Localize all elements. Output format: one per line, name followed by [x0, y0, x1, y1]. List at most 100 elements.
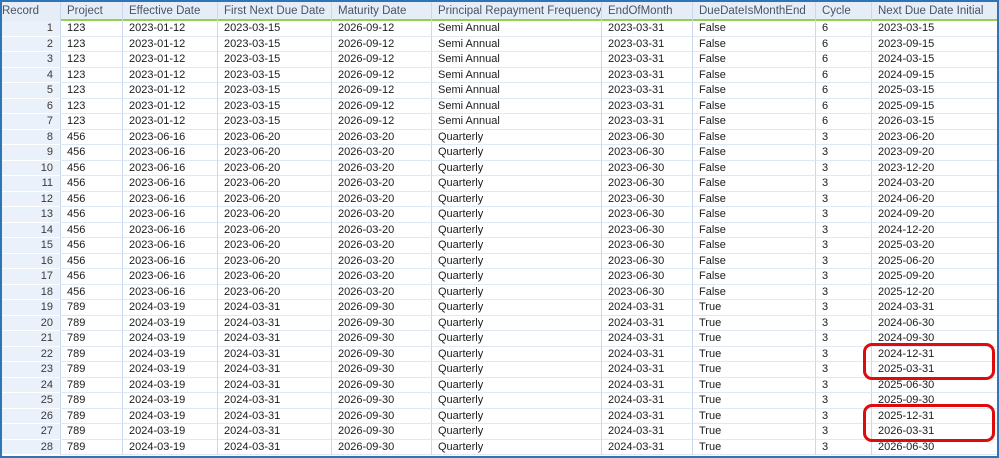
cell-maturity-date[interactable]: 2026-03-20	[331, 238, 431, 254]
cell-cycle[interactable]: 3	[815, 129, 871, 145]
cell-maturity-date[interactable]: 2026-09-12	[331, 114, 431, 130]
cell-next-due-date-initial[interactable]: 2024-06-30	[871, 315, 997, 331]
cell-effective-date[interactable]: 2023-06-16	[122, 207, 217, 223]
cell-effective-date[interactable]: 2023-01-12	[122, 36, 217, 52]
cell-next-due-date-initial[interactable]: 2026-06-30	[871, 439, 997, 455]
cell-due-date-is-month-end[interactable]: False	[692, 160, 815, 176]
cell-due-date-is-month-end[interactable]: True	[692, 424, 815, 440]
cell-principal-repayment-frequency[interactable]: Quarterly	[431, 145, 601, 161]
row-header-cell[interactable]: 17	[2, 269, 60, 285]
cell-maturity-date[interactable]: 2026-09-12	[331, 98, 431, 114]
row-header-cell[interactable]: 1	[2, 21, 60, 37]
cell-project[interactable]: 456	[60, 269, 122, 285]
cell-end-of-month[interactable]: 2023-06-30	[601, 284, 692, 300]
cell-effective-date[interactable]: 2023-01-12	[122, 52, 217, 68]
cell-maturity-date[interactable]: 2026-09-12	[331, 36, 431, 52]
cell-cycle[interactable]: 3	[815, 315, 871, 331]
cell-project[interactable]: 456	[60, 238, 122, 254]
cell-maturity-date[interactable]: 2026-09-30	[331, 346, 431, 362]
cell-maturity-date[interactable]: 2026-03-20	[331, 145, 431, 161]
cell-maturity-date[interactable]: 2026-03-20	[331, 160, 431, 176]
cell-project[interactable]: 789	[60, 315, 122, 331]
cell-maturity-date[interactable]: 2026-09-30	[331, 393, 431, 409]
cell-first-next-due-date[interactable]: 2023-03-15	[217, 67, 331, 83]
cell-end-of-month[interactable]: 2023-03-31	[601, 52, 692, 68]
cell-first-next-due-date[interactable]: 2024-03-31	[217, 331, 331, 347]
cell-cycle[interactable]: 3	[815, 145, 871, 161]
cell-effective-date[interactable]: 2023-01-12	[122, 83, 217, 99]
cell-end-of-month[interactable]: 2023-06-30	[601, 145, 692, 161]
cell-project[interactable]: 123	[60, 67, 122, 83]
cell-next-due-date-initial[interactable]: 2025-12-20	[871, 284, 997, 300]
cell-first-next-due-date[interactable]: 2024-03-31	[217, 315, 331, 331]
cell-due-date-is-month-end[interactable]: True	[692, 408, 815, 424]
cell-end-of-month[interactable]: 2024-03-31	[601, 300, 692, 316]
cell-first-next-due-date[interactable]: 2024-03-31	[217, 424, 331, 440]
cell-cycle[interactable]: 3	[815, 238, 871, 254]
cell-cycle[interactable]: 3	[815, 439, 871, 455]
cell-maturity-date[interactable]: 2026-09-30	[331, 300, 431, 316]
cell-effective-date[interactable]: 2023-01-12	[122, 114, 217, 130]
cell-project[interactable]: 456	[60, 222, 122, 238]
cell-first-next-due-date[interactable]: 2024-03-31	[217, 393, 331, 409]
cell-principal-repayment-frequency[interactable]: Semi Annual	[431, 67, 601, 83]
cell-first-next-due-date[interactable]: 2023-03-15	[217, 83, 331, 99]
cell-maturity-date[interactable]: 2026-09-30	[331, 439, 431, 455]
cell-cycle[interactable]: 3	[815, 362, 871, 378]
cell-due-date-is-month-end[interactable]: False	[692, 129, 815, 145]
column-header-principal-repayment-frequency[interactable]: Principal Repayment Frequency	[431, 2, 601, 21]
row-header-cell[interactable]: 15	[2, 238, 60, 254]
cell-maturity-date[interactable]: 2026-03-20	[331, 129, 431, 145]
cell-principal-repayment-frequency[interactable]: Quarterly	[431, 393, 601, 409]
cell-project[interactable]: 789	[60, 377, 122, 393]
cell-due-date-is-month-end[interactable]: False	[692, 98, 815, 114]
cell-principal-repayment-frequency[interactable]: Semi Annual	[431, 21, 601, 37]
cell-first-next-due-date[interactable]: 2023-06-20	[217, 191, 331, 207]
column-header-effective-date[interactable]: Effective Date	[122, 2, 217, 21]
cell-first-next-due-date[interactable]: 2023-06-20	[217, 129, 331, 145]
cell-next-due-date-initial[interactable]: 2024-09-15	[871, 67, 997, 83]
cell-effective-date[interactable]: 2023-06-16	[122, 176, 217, 192]
cell-effective-date[interactable]: 2024-03-19	[122, 300, 217, 316]
cell-next-due-date-initial[interactable]: 2025-03-15	[871, 83, 997, 99]
cell-next-due-date-initial[interactable]: 2025-03-31	[871, 362, 997, 378]
cell-end-of-month[interactable]: 2023-06-30	[601, 176, 692, 192]
cell-first-next-due-date[interactable]: 2023-06-20	[217, 284, 331, 300]
cell-first-next-due-date[interactable]: 2024-03-31	[217, 346, 331, 362]
cell-next-due-date-initial[interactable]: 2025-09-15	[871, 98, 997, 114]
cell-cycle[interactable]: 3	[815, 191, 871, 207]
cell-maturity-date[interactable]: 2026-09-30	[331, 408, 431, 424]
cell-first-next-due-date[interactable]: 2023-03-15	[217, 21, 331, 37]
cell-first-next-due-date[interactable]: 2024-03-31	[217, 439, 331, 455]
cell-end-of-month[interactable]: 2023-06-30	[601, 129, 692, 145]
cell-effective-date[interactable]: 2024-03-19	[122, 315, 217, 331]
cell-next-due-date-initial[interactable]: 2024-03-15	[871, 52, 997, 68]
cell-effective-date[interactable]: 2023-06-16	[122, 145, 217, 161]
cell-next-due-date-initial[interactable]: 2025-09-30	[871, 393, 997, 409]
cell-due-date-is-month-end[interactable]: True	[692, 300, 815, 316]
row-header-cell[interactable]: 7	[2, 114, 60, 130]
cell-next-due-date-initial[interactable]: 2024-03-20	[871, 176, 997, 192]
cell-maturity-date[interactable]: 2026-03-20	[331, 191, 431, 207]
cell-end-of-month[interactable]: 2023-03-31	[601, 114, 692, 130]
cell-cycle[interactable]: 6	[815, 52, 871, 68]
cell-due-date-is-month-end[interactable]: True	[692, 315, 815, 331]
cell-effective-date[interactable]: 2023-06-16	[122, 129, 217, 145]
row-header-cell[interactable]: 14	[2, 222, 60, 238]
cell-maturity-date[interactable]: 2026-03-20	[331, 207, 431, 223]
cell-project[interactable]: 789	[60, 346, 122, 362]
cell-cycle[interactable]: 3	[815, 207, 871, 223]
cell-effective-date[interactable]: 2023-06-16	[122, 269, 217, 285]
cell-next-due-date-initial[interactable]: 2025-06-20	[871, 253, 997, 269]
row-header-cell[interactable]: 25	[2, 393, 60, 409]
row-header-cell[interactable]: 4	[2, 67, 60, 83]
cell-project[interactable]: 123	[60, 114, 122, 130]
cell-maturity-date[interactable]: 2026-03-20	[331, 176, 431, 192]
column-header-next-due-date-initial[interactable]: Next Due Date Initial	[871, 2, 997, 21]
cell-effective-date[interactable]: 2023-06-16	[122, 222, 217, 238]
cell-principal-repayment-frequency[interactable]: Quarterly	[431, 160, 601, 176]
cell-effective-date[interactable]: 2024-03-19	[122, 377, 217, 393]
row-header-cell[interactable]: 28	[2, 439, 60, 455]
cell-due-date-is-month-end[interactable]: False	[692, 284, 815, 300]
cell-project[interactable]: 789	[60, 331, 122, 347]
